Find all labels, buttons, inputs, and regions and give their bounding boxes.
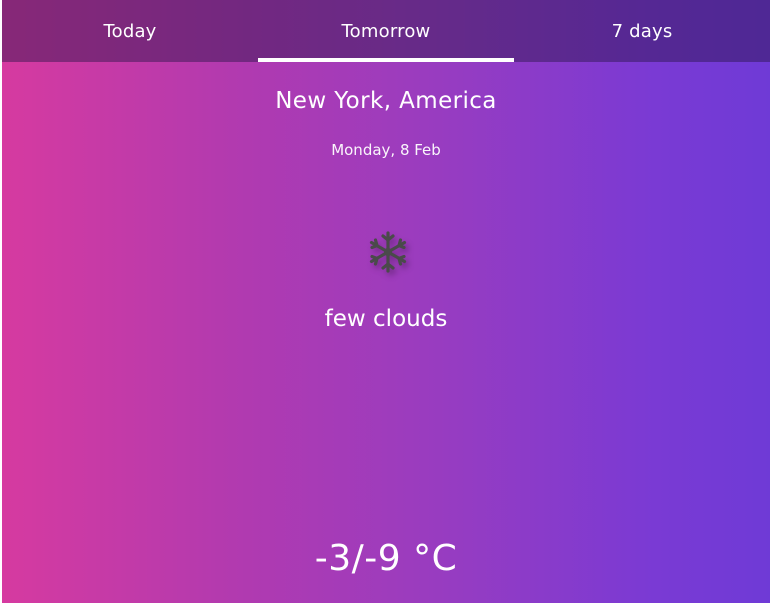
tab-bar: Today Tomorrow 7 days [2, 0, 770, 62]
tab-label: Tomorrow [341, 20, 431, 42]
snowflake-icon [366, 230, 410, 274]
location-title: New York, America [275, 88, 497, 114]
weather-app: Today Tomorrow 7 days New York, America … [2, 0, 770, 603]
tab-tomorrow[interactable]: Tomorrow [258, 0, 514, 62]
tab-today[interactable]: Today [2, 0, 258, 62]
tab-7-days[interactable]: 7 days [514, 0, 770, 62]
weather-description: few clouds [324, 306, 448, 332]
tab-label: Today [103, 20, 157, 42]
date-label: Monday, 8 Feb [331, 141, 441, 159]
temperature-range: -3/-9 °C [314, 538, 458, 579]
tab-label: 7 days [611, 20, 673, 42]
